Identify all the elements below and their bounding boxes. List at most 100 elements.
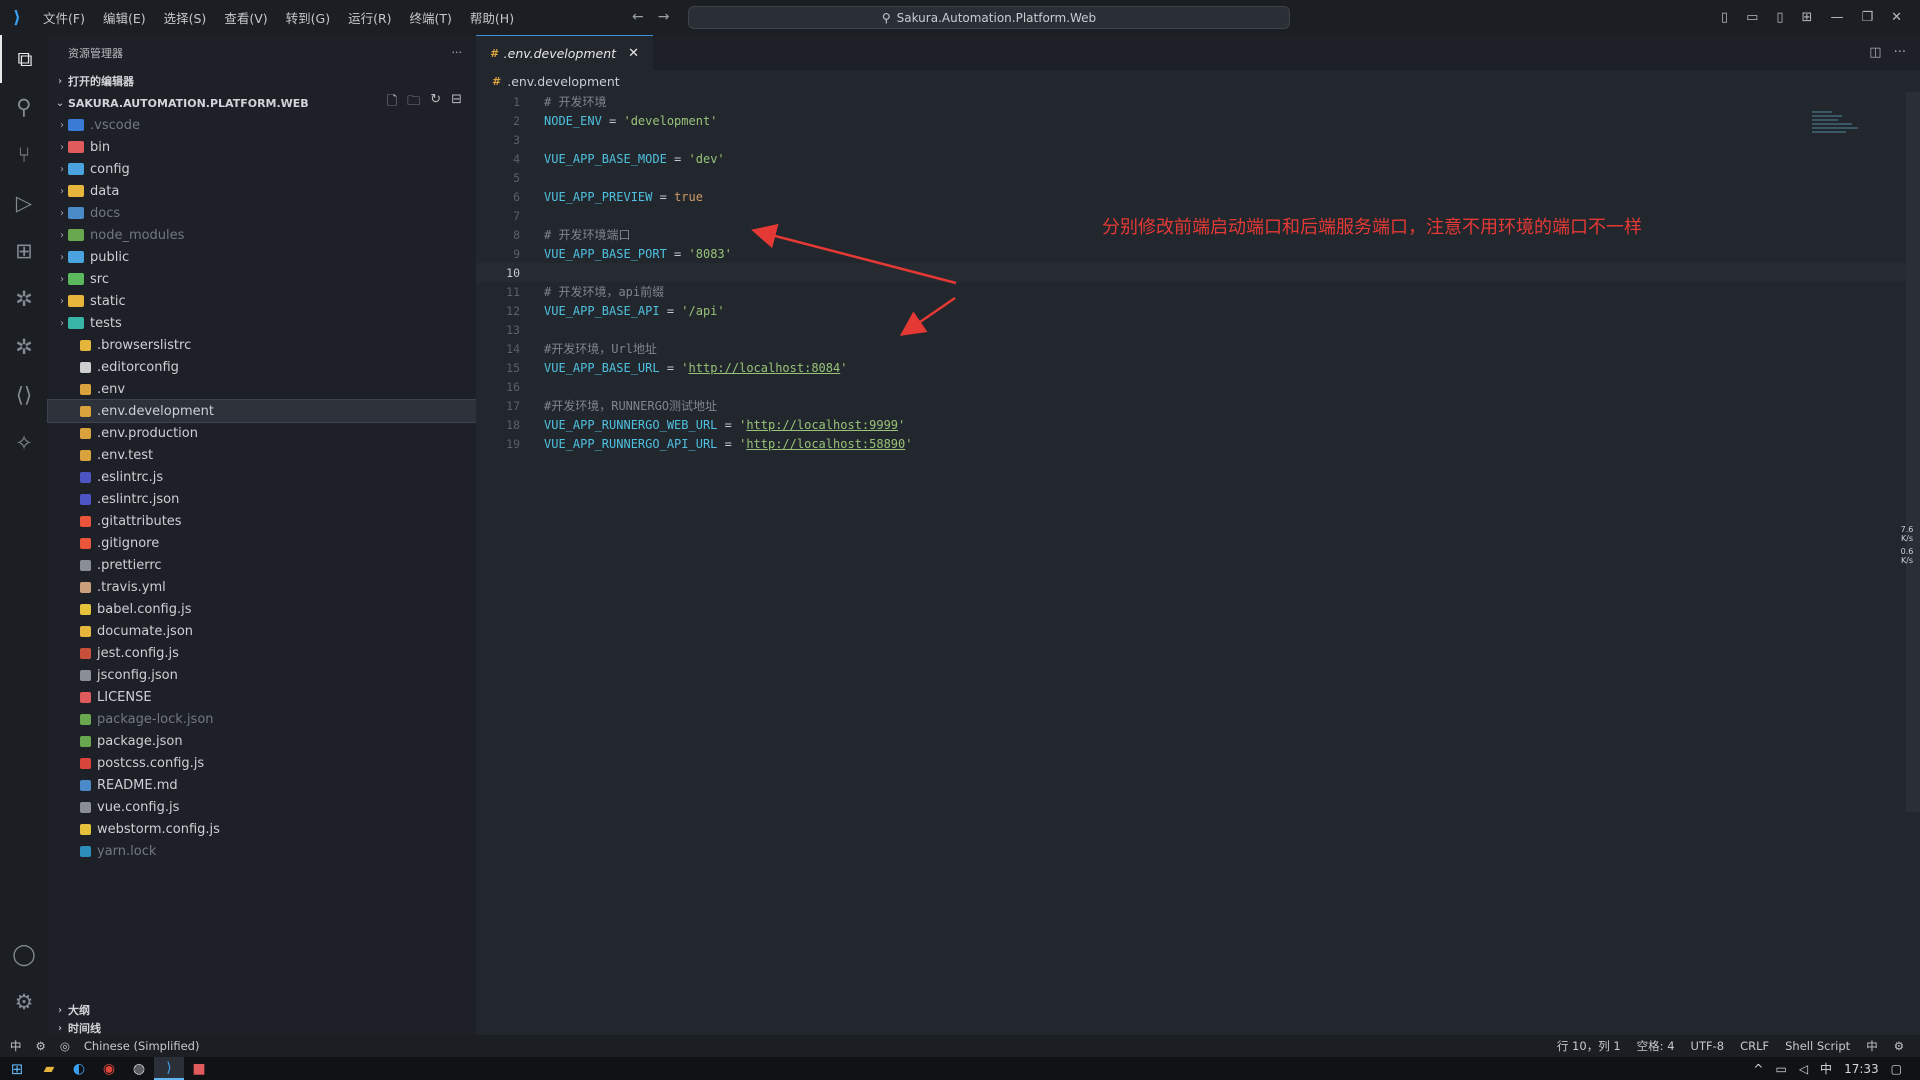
clock[interactable]: 17:33 (1844, 1062, 1879, 1076)
menu-item[interactable]: 帮助(H) (461, 8, 523, 27)
folder-row[interactable]: › public (48, 246, 476, 268)
more-actions-icon[interactable]: ··· (452, 46, 463, 59)
search-view-icon[interactable]: ⚲ (0, 83, 48, 131)
cursor-position[interactable]: 行 10，列 1 (1557, 1038, 1621, 1054)
ai-assistant-icon[interactable]: ✧ (0, 419, 48, 467)
file-row[interactable]: package-lock.json (48, 708, 476, 730)
file-row[interactable]: package.json (48, 730, 476, 752)
folder-row[interactable]: › .vscode (48, 114, 476, 136)
code-line[interactable]: 15 VUE_APP_BASE_URL = 'http://localhost:8… (476, 358, 1920, 377)
code-token[interactable]: http://localhost:8084 (689, 361, 841, 375)
file-row[interactable]: .prettierrc (48, 554, 476, 576)
editor-more-icon[interactable]: ··· (1894, 45, 1906, 60)
menu-item[interactable]: 查看(V) (215, 8, 276, 27)
file-explorer-icon[interactable]: ▰ (34, 1057, 64, 1080)
code-token[interactable]: http://localhost:9999 (746, 418, 898, 432)
file-row[interactable]: LICENSE (48, 686, 476, 708)
language-mode[interactable]: Shell Script (1785, 1039, 1850, 1053)
project-section[interactable]: ⌄ SAKURA.AUTOMATION.PLATFORM.WEB 🗋 🗀 ↻ ⊟ (48, 92, 476, 114)
ime-status-right[interactable]: 中 (1866, 1038, 1878, 1054)
explorer-icon[interactable]: ⧉ (0, 35, 48, 83)
language-pack-label[interactable]: Chinese (Simplified) (84, 1039, 200, 1053)
indentation[interactable]: 空格: 4 (1637, 1038, 1675, 1054)
toggle-sidebar-icon[interactable]: ▯ (1721, 10, 1728, 25)
new-folder-icon[interactable]: 🗀 (407, 92, 420, 114)
code-line[interactable]: 13 (476, 320, 1920, 339)
end-of-line[interactable]: CRLF (1740, 1039, 1769, 1053)
collapse-all-icon[interactable]: ⊟ (451, 92, 462, 114)
action-center-icon[interactable]: ▢ (1891, 1062, 1902, 1076)
timeline-section[interactable]: › 时间线 (48, 1021, 476, 1035)
code-line[interactable]: 3 (476, 130, 1920, 149)
menu-item[interactable]: 编辑(E) (94, 8, 155, 27)
open-editors-section[interactable]: › 打开的编辑器 (48, 70, 476, 92)
code-editor[interactable]: 1 # 开发环境 2 NODE_ENV = 'development' 3 4 VUE_AP… (476, 92, 1920, 453)
minimap[interactable] (1812, 109, 1862, 143)
show-hidden-icons-icon[interactable]: ^ (1753, 1062, 1763, 1076)
folder-row[interactable]: › config (48, 158, 476, 180)
menu-item[interactable]: 转到(G) (277, 8, 339, 27)
file-row[interactable]: webstorm.config.js (48, 818, 476, 840)
command-center-search[interactable]: ⚲ Sakura.Automation.Platform.Web (688, 6, 1290, 29)
file-row[interactable]: .env.production (48, 422, 476, 444)
refresh-icon[interactable]: ↻ (430, 92, 441, 114)
toggle-panel-icon[interactable]: ▭ (1746, 10, 1758, 25)
code-token[interactable]: http://localhost:58890 (746, 437, 905, 451)
tab-env-development[interactable]: # .env.development ✕ (476, 35, 653, 70)
code-line[interactable]: 19 VUE_APP_RUNNERGO_API_URL = 'http://loc… (476, 434, 1920, 453)
file-row[interactable]: .env.test (48, 444, 476, 466)
extensions-icon[interactable]: ⊞ (0, 227, 48, 275)
code-line[interactable]: 12 VUE_APP_BASE_API = '/api' (476, 301, 1920, 320)
code-line[interactable]: 14 #开发环境，Url地址 (476, 339, 1920, 358)
file-row[interactable]: .gitignore (48, 532, 476, 554)
code-tags-icon[interactable]: ⟨⟩ (0, 371, 48, 419)
ime-tray[interactable]: 中 (1820, 1060, 1832, 1077)
back-arrow-icon[interactable]: ← (632, 9, 658, 25)
close-tab-icon[interactable]: ✕ (628, 46, 639, 61)
file-row[interactable]: .eslintrc.json (48, 488, 476, 510)
file-row[interactable]: yarn.lock (48, 840, 476, 862)
code-line[interactable]: 9 VUE_APP_BASE_PORT = '8083' (476, 244, 1920, 263)
customize-layout-icon[interactable]: ⊞ (1802, 10, 1813, 25)
menu-item[interactable]: 选择(S) (155, 8, 216, 27)
encoding[interactable]: UTF-8 (1691, 1039, 1725, 1053)
chatgpt-alt-icon[interactable]: ✲ (0, 323, 48, 371)
jetbrains-icon[interactable]: ■ (184, 1057, 214, 1080)
menu-item[interactable]: 文件(F) (34, 8, 94, 27)
code-line[interactable]: 17 #开发环境，RUNNERGO测试地址 (476, 396, 1920, 415)
chatgpt-icon[interactable]: ✲ (0, 275, 48, 323)
code-line[interactable]: 11 # 开发环境，api前缀 (476, 282, 1920, 301)
nav-arrows[interactable]: ←→ (632, 9, 683, 25)
close-window-button[interactable]: ✕ (1891, 10, 1902, 25)
vertical-scrollbar[interactable] (1906, 92, 1920, 812)
code-line[interactable]: 10 (476, 263, 1920, 282)
folder-row[interactable]: › src (48, 268, 476, 290)
chrome-icon[interactable]: ◉ (94, 1057, 124, 1080)
code-line[interactable]: 18 VUE_APP_RUNNERGO_WEB_URL = 'http://loc… (476, 415, 1920, 434)
split-editor-icon[interactable]: ◫ (1869, 45, 1881, 60)
file-row[interactable]: .env (48, 378, 476, 400)
forward-arrow-icon[interactable]: → (658, 9, 684, 25)
file-row[interactable]: postcss.config.js (48, 752, 476, 774)
file-row[interactable]: .gitattributes (48, 510, 476, 532)
settings-sync-icon[interactable]: ⚙ (36, 1039, 46, 1053)
code-line[interactable]: 6 VUE_APP_PREVIEW = true (476, 187, 1920, 206)
windows-start-icon[interactable]: ⊞ (0, 1057, 34, 1080)
minimize-button[interactable]: — (1830, 10, 1843, 25)
code-line[interactable]: 4 VUE_APP_BASE_MODE = 'dev' (476, 149, 1920, 168)
file-row[interactable]: .env.development (47, 399, 477, 423)
menu-item[interactable]: 运行(R) (339, 8, 400, 27)
volume-icon[interactable]: ◁ (1799, 1062, 1808, 1076)
notifications-bell-icon[interactable]: ⚙ (1894, 1039, 1904, 1053)
folder-row[interactable]: › node_modules (48, 224, 476, 246)
file-row[interactable]: .browserslistrc (48, 334, 476, 356)
file-row[interactable]: .eslintrc.js (48, 466, 476, 488)
file-row[interactable]: vue.config.js (48, 796, 476, 818)
file-row[interactable]: babel.config.js (48, 598, 476, 620)
vscode-taskbar-icon[interactable]: ⟩ (154, 1057, 184, 1080)
edge-icon[interactable]: ◐ (64, 1057, 94, 1080)
restore-button[interactable]: ❐ (1861, 10, 1873, 25)
ime-status[interactable]: 中 (10, 1038, 22, 1054)
network-icon[interactable]: ▭ (1775, 1062, 1786, 1076)
run-debug-icon[interactable]: ▷ (0, 179, 48, 227)
